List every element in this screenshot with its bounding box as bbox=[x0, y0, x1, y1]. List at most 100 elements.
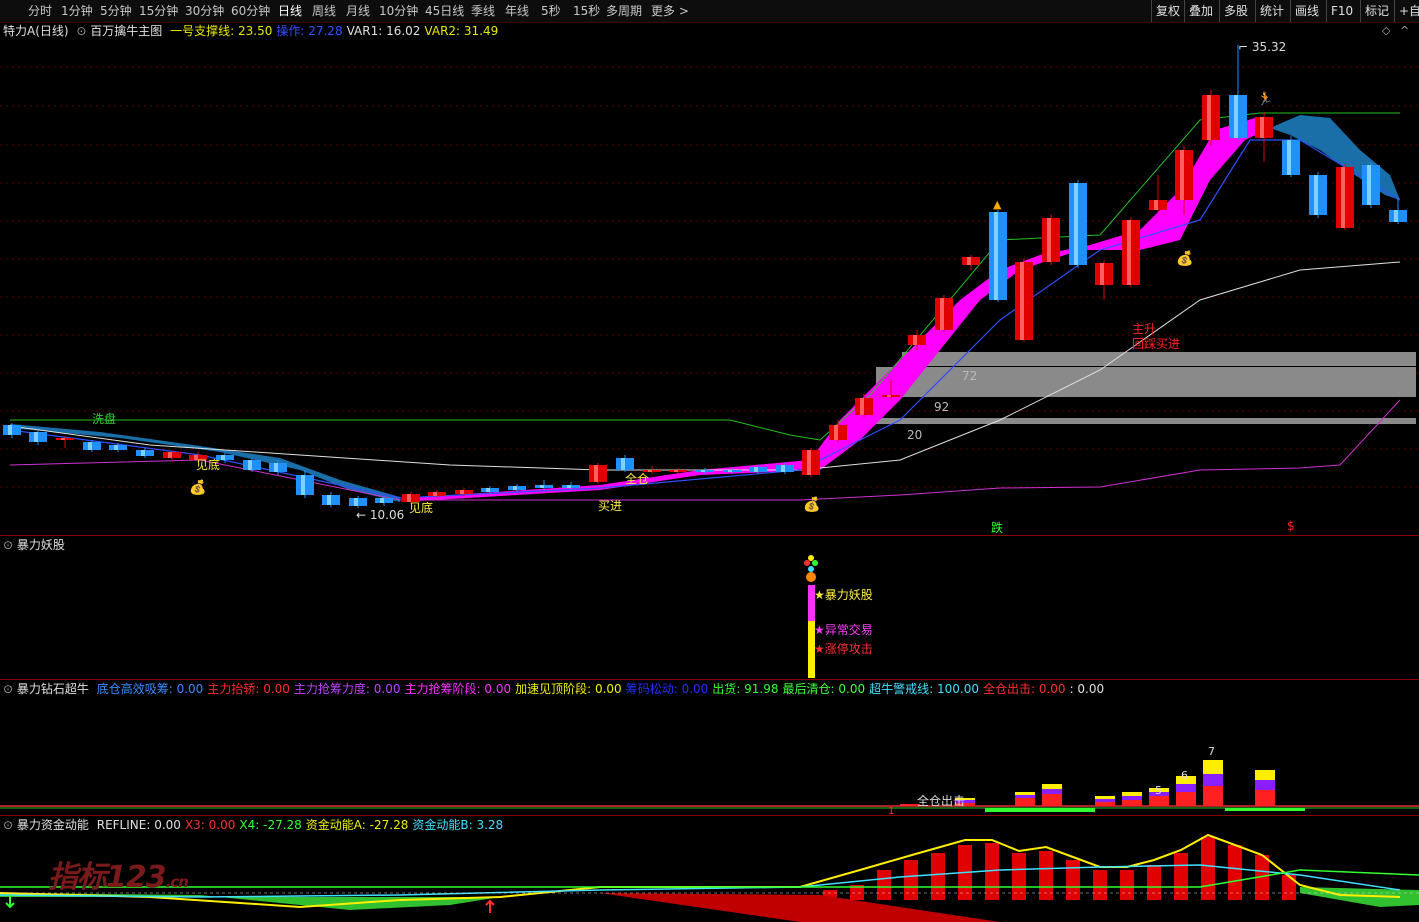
stack-bar-purple bbox=[1122, 796, 1142, 800]
stack-bar-purple bbox=[1042, 789, 1062, 794]
candle-highlight bbox=[460, 490, 464, 494]
candle-highlight bbox=[1207, 95, 1211, 140]
stack-bar-yellow bbox=[1122, 792, 1142, 796]
candle-highlight bbox=[1154, 200, 1158, 210]
stack-bar-red bbox=[1042, 794, 1062, 806]
yaogu-label: ★暴力妖股 bbox=[814, 588, 873, 602]
candle-highlight bbox=[860, 398, 864, 415]
stack-bar-purple bbox=[1015, 795, 1035, 798]
abnormal-trade-label: ★异常交易 bbox=[814, 623, 873, 637]
stack-bar-red bbox=[1176, 792, 1196, 806]
money-bag-icon: 💰 bbox=[1176, 251, 1194, 267]
candle-highlight bbox=[34, 432, 38, 442]
candle-highlight bbox=[994, 212, 998, 300]
watermark-logo: 指标123.cn bbox=[48, 852, 189, 896]
candle-highlight bbox=[621, 458, 625, 470]
candle-highlight bbox=[168, 452, 172, 458]
yaogu-text: 暴力妖股 bbox=[824, 588, 873, 602]
watermark-text: 指标123 bbox=[48, 860, 167, 895]
capital-momentum-chart[interactable] bbox=[0, 815, 1419, 922]
price-high-label: ⌐ 35.32 bbox=[1238, 40, 1287, 54]
quancang-chuji-label: 全仓出击 bbox=[917, 794, 966, 808]
magenta-band bbox=[400, 118, 1270, 502]
candle-highlight bbox=[754, 467, 758, 472]
support-line bbox=[10, 394, 871, 441]
resistance-box bbox=[876, 418, 1416, 424]
candle-highlight bbox=[486, 488, 490, 492]
candle-highlight bbox=[274, 463, 278, 472]
candle-highlight bbox=[1367, 165, 1371, 205]
candle-highlight bbox=[1341, 167, 1345, 228]
momentum-bar bbox=[904, 860, 918, 900]
label-mairu: 买进 bbox=[598, 499, 623, 513]
candle-highlight bbox=[567, 485, 571, 488]
momentum-line bbox=[0, 864, 1401, 898]
momentum-bar bbox=[1120, 870, 1134, 900]
stack-bar-red bbox=[1122, 800, 1142, 806]
candle-highlight bbox=[940, 298, 944, 330]
stack-bar-red bbox=[1203, 786, 1223, 806]
candle-highlight bbox=[354, 498, 358, 506]
candle-highlight bbox=[728, 470, 732, 472]
yaogu-chart[interactable] bbox=[0, 535, 1419, 680]
candle-highlight bbox=[1314, 175, 1318, 215]
stack-bar-red bbox=[1015, 798, 1035, 806]
flame-icon: ▲ bbox=[993, 198, 1002, 211]
candle-highlight bbox=[141, 450, 145, 456]
label-box: 20 bbox=[907, 428, 923, 442]
momentum-bar bbox=[1066, 860, 1080, 900]
diamond-bull-chart[interactable] bbox=[0, 680, 1419, 815]
stack-bar-yellow bbox=[1203, 760, 1223, 774]
label-jiandi: 见底 bbox=[409, 501, 434, 515]
candle-highlight bbox=[1287, 140, 1291, 175]
label-quancang: 全仓 bbox=[625, 472, 650, 486]
stack-bar-purple bbox=[1095, 799, 1115, 802]
candle-highlight bbox=[221, 455, 225, 460]
candle-highlight bbox=[1020, 262, 1024, 340]
limit-up-label: ★涨停攻击 bbox=[814, 642, 873, 656]
candle-highlight bbox=[1074, 183, 1078, 265]
stack-bar-red bbox=[1149, 796, 1169, 806]
candle-highlight bbox=[1100, 263, 1104, 285]
candle-highlight bbox=[540, 485, 544, 488]
stack-bar-purple bbox=[1176, 784, 1196, 792]
limit-up-text: 涨停攻击 bbox=[824, 642, 873, 656]
sell-bar bbox=[985, 808, 1095, 812]
price-high-value: 35.32 bbox=[1251, 40, 1287, 54]
stack-bar-yellow bbox=[1015, 792, 1035, 795]
candle-highlight bbox=[248, 460, 252, 470]
label-box: 92 bbox=[934, 400, 950, 414]
momentum-bar bbox=[1039, 851, 1053, 900]
candle-highlight bbox=[1394, 210, 1398, 222]
candle-highlight bbox=[781, 465, 785, 472]
candle-highlight bbox=[887, 395, 891, 397]
up-arrow-icon bbox=[485, 899, 495, 913]
momentum-bar bbox=[1093, 870, 1107, 900]
candle-highlight bbox=[1180, 150, 1184, 200]
label-box: 72 bbox=[962, 369, 978, 383]
bar-number: 7 bbox=[1208, 745, 1215, 758]
momentum-bar bbox=[877, 870, 891, 900]
momentum-bar bbox=[1147, 865, 1161, 900]
candle-highlight bbox=[327, 495, 331, 505]
price-low-label: ← 10.06 bbox=[356, 508, 405, 522]
candlestick-chart[interactable] bbox=[0, 0, 1419, 535]
stack-bar-purple bbox=[1203, 774, 1223, 786]
candle-highlight bbox=[433, 492, 437, 496]
candle-highlight bbox=[8, 425, 12, 435]
label-jiandi: 见底 bbox=[196, 458, 221, 472]
sell-bar bbox=[1225, 808, 1305, 811]
candle-highlight bbox=[1047, 218, 1051, 262]
stack-bar-yellow bbox=[1255, 770, 1275, 780]
watermark-suffix: .cn bbox=[165, 873, 189, 891]
money-bag-icon: 💰 bbox=[189, 480, 207, 496]
momentum-bar bbox=[1228, 845, 1242, 900]
candle-highlight bbox=[1234, 95, 1238, 138]
momentum-bar bbox=[1282, 875, 1296, 900]
candle-highlight bbox=[61, 438, 65, 440]
candle-highlight bbox=[1127, 220, 1131, 285]
candle-highlight bbox=[114, 445, 118, 450]
stack-bar-yellow bbox=[1095, 796, 1115, 799]
money-bag-icon: 💰 bbox=[803, 497, 821, 513]
stack-bar-red bbox=[1255, 790, 1275, 806]
